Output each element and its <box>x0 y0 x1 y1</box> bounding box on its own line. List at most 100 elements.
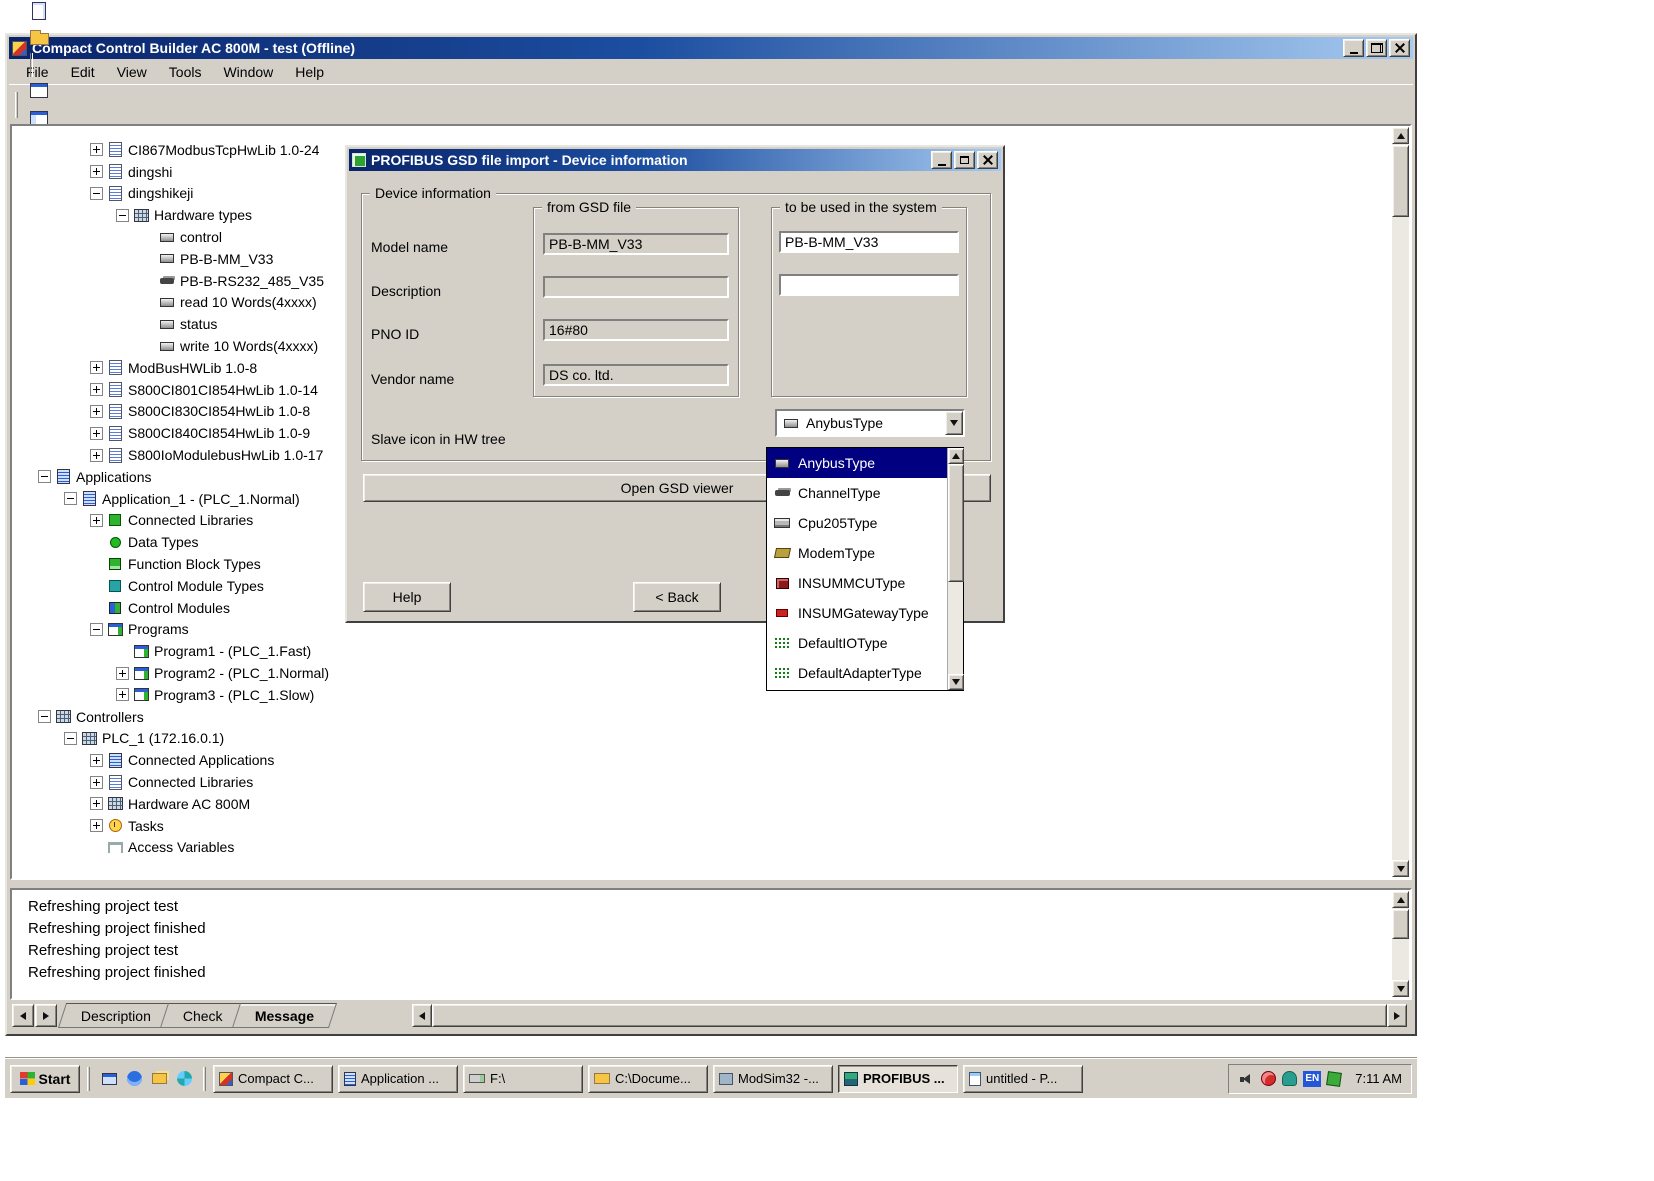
tree-item[interactable]: Program3 - (PLC_1.Slow) <box>12 684 1390 706</box>
tree-expander-icon[interactable] <box>116 667 129 680</box>
dialog-maximize-button[interactable] <box>954 151 975 169</box>
task-button[interactable]: Application ... <box>338 1065 458 1093</box>
scroll-down-button[interactable] <box>1392 860 1409 877</box>
taskbar-clock[interactable]: 7:11 AM <box>1347 1071 1402 1086</box>
tree-item[interactable]: Program2 - (PLC_1.Normal) <box>12 662 1390 684</box>
tree-item[interactable]: Hardware AC 800M <box>12 793 1390 815</box>
close-button[interactable] <box>1389 39 1410 57</box>
scheduler-icon[interactable] <box>1326 1071 1342 1087</box>
menu-help[interactable]: Help <box>284 62 335 82</box>
tab-scroll-right-button[interactable] <box>35 1004 57 1027</box>
tree-expander-icon[interactable] <box>90 776 103 789</box>
help-button[interactable]: Help <box>363 582 451 612</box>
menu-window[interactable]: Window <box>212 62 284 82</box>
internet-explorer-icon[interactable] <box>125 1070 143 1088</box>
scroll-up-button[interactable] <box>948 448 964 464</box>
tab-scroll-left-button[interactable] <box>12 1004 34 1027</box>
restore-button[interactable] <box>1366 39 1387 57</box>
dialog-close-button[interactable] <box>977 151 998 169</box>
scroll-left-button[interactable] <box>412 1004 432 1027</box>
scroll-thumb[interactable] <box>948 464 964 582</box>
description-input[interactable] <box>779 274 959 296</box>
tree-expander-icon[interactable] <box>90 187 103 200</box>
dialog-minimize-button[interactable] <box>931 151 952 169</box>
tree-expander-icon[interactable] <box>90 754 103 767</box>
task-button[interactable]: ModSim32 -... <box>713 1065 833 1093</box>
library-window-button[interactable] <box>24 77 54 105</box>
task-button[interactable]: C:\Docume... <box>588 1065 708 1093</box>
tree-expander-icon[interactable] <box>38 710 51 723</box>
title-bar[interactable]: Compact Control Builder AC 800M - test (… <box>9 37 1413 59</box>
tab-message[interactable]: Message <box>232 1003 337 1028</box>
globe-icon[interactable] <box>1282 1071 1297 1086</box>
tree-expander-icon[interactable] <box>90 405 103 418</box>
tree-item[interactable]: PLC_1 (172.16.0.1) <box>12 728 1390 750</box>
scroll-thumb[interactable] <box>432 1004 1387 1027</box>
slave-icon-combobox[interactable]: AnybusType <box>775 409 965 437</box>
tree-expander-icon[interactable] <box>116 688 129 701</box>
taskbar-handle[interactable] <box>87 1067 90 1091</box>
antivirus-icon[interactable] <box>1261 1071 1276 1086</box>
open-folder-button[interactable] <box>24 25 54 53</box>
horizontal-scrollbar[interactable] <box>412 1004 1407 1027</box>
tree-expander-icon[interactable] <box>90 449 103 462</box>
taskbar-handle[interactable] <box>203 1067 206 1091</box>
tree-expander-icon[interactable] <box>90 361 103 374</box>
minimize-button[interactable] <box>1343 39 1364 57</box>
menu-tools[interactable]: Tools <box>158 62 213 82</box>
new-document-button[interactable] <box>24 0 54 25</box>
output-vertical-scrollbar[interactable] <box>1392 891 1409 997</box>
back-button[interactable]: < Back <box>633 582 721 612</box>
tree-expander-icon[interactable] <box>90 819 103 832</box>
scroll-down-button[interactable] <box>948 674 964 690</box>
tree-item[interactable]: Connected Libraries <box>12 771 1390 793</box>
dropdown-option[interactable]: DefaultAdapterType <box>767 658 947 688</box>
media-icon[interactable] <box>175 1070 193 1088</box>
scroll-up-button[interactable] <box>1392 891 1409 908</box>
tab-description[interactable]: Description <box>58 1003 174 1028</box>
tree-expander-icon[interactable] <box>90 427 103 440</box>
tree-expander-icon[interactable] <box>116 209 129 222</box>
dropdown-option[interactable]: INSUMGatewayType <box>767 598 947 628</box>
model-name-input[interactable] <box>779 231 959 253</box>
tree-item[interactable]: Tasks <box>12 815 1390 837</box>
scroll-up-button[interactable] <box>1392 127 1409 144</box>
tree-item[interactable]: Connected Applications <box>12 749 1390 771</box>
dropdown-option[interactable]: DefaultIOType <box>767 628 947 658</box>
combobox-dropdown-button[interactable] <box>945 411 963 435</box>
tree-expander-icon[interactable] <box>64 732 77 745</box>
task-button[interactable]: PROFIBUS ... <box>838 1065 958 1093</box>
start-button[interactable]: Start <box>10 1065 80 1093</box>
scroll-thumb[interactable] <box>1392 145 1409 217</box>
tree-expander-icon[interactable] <box>90 165 103 178</box>
tree-item[interactable]: Access Variables <box>12 837 1390 859</box>
toolbar-handle[interactable] <box>15 92 18 118</box>
tree-item[interactable]: Program1 - (PLC_1.Fast) <box>12 640 1390 662</box>
tree-item[interactable]: Controllers <box>12 706 1390 728</box>
menu-view[interactable]: View <box>106 62 158 82</box>
scroll-thumb[interactable] <box>1392 909 1409 939</box>
task-button[interactable]: untitled - P... <box>963 1065 1083 1093</box>
dropdown-option[interactable]: ChannelType <box>767 478 947 508</box>
dropdown-scrollbar[interactable] <box>947 448 963 690</box>
dropdown-option[interactable]: INSUMMCUType <box>767 568 947 598</box>
folders-icon[interactable] <box>150 1070 168 1088</box>
tree-expander-icon[interactable] <box>90 143 103 156</box>
task-button[interactable]: F:\ <box>463 1065 583 1093</box>
tree-expander-icon[interactable] <box>90 797 103 810</box>
task-button[interactable]: Compact C... <box>213 1065 333 1093</box>
dropdown-option[interactable]: AnybusType <box>767 448 947 478</box>
volume-icon[interactable] <box>1238 1071 1255 1087</box>
language-icon[interactable]: EN <box>1303 1071 1321 1087</box>
tree-expander-icon[interactable] <box>90 514 103 527</box>
dialog-title-bar[interactable]: PROFIBUS GSD file import - Device inform… <box>349 149 1001 171</box>
scroll-right-button[interactable] <box>1387 1004 1407 1027</box>
tree-vertical-scrollbar[interactable] <box>1392 127 1409 877</box>
tree-expander-icon[interactable] <box>64 492 77 505</box>
tree-expander-icon[interactable] <box>38 470 51 483</box>
dropdown-option[interactable]: ModemType <box>767 538 947 568</box>
show-desktop-icon[interactable] <box>100 1070 118 1088</box>
scroll-down-button[interactable] <box>1392 980 1409 997</box>
tree-expander-icon[interactable] <box>90 623 103 636</box>
tree-expander-icon[interactable] <box>90 383 103 396</box>
